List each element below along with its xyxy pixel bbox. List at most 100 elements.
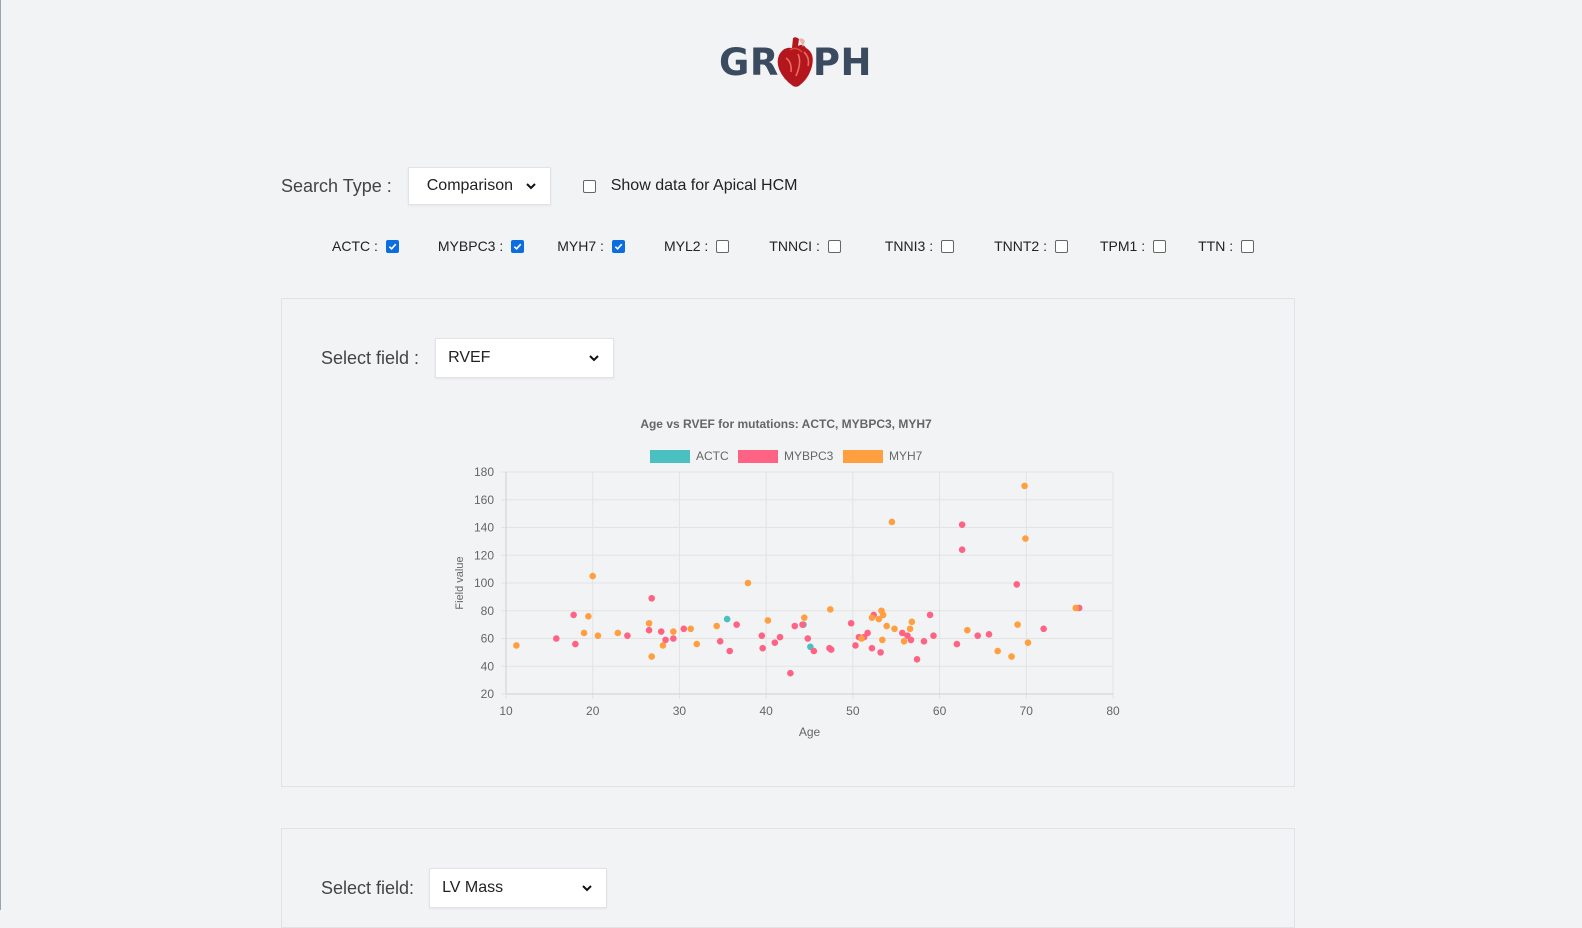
data-point-mybpc3 xyxy=(758,632,766,640)
data-point-mybpc3 xyxy=(680,625,688,633)
select-field-label: Select field : xyxy=(321,347,420,368)
gene-label: TNNI3 : xyxy=(884,238,934,254)
search-type-label: Search Type : xyxy=(281,175,392,196)
gene-option[interactable]: TNNT2 : xyxy=(994,238,1068,254)
data-point-mybpc3 xyxy=(920,637,928,645)
data-point-actc xyxy=(723,615,731,623)
gene-option[interactable]: TPM1 : xyxy=(1100,238,1167,254)
gene-checkbox[interactable] xyxy=(611,239,625,253)
field-select-value: RVEF xyxy=(448,349,491,366)
x-tick-label: 60 xyxy=(933,704,947,718)
data-point-myh7 xyxy=(744,579,752,587)
data-point-mybpc3 xyxy=(926,611,934,619)
field-select[interactable]: RVEF xyxy=(435,338,615,378)
data-point-mybpc3 xyxy=(759,644,766,652)
heart-logo-icon xyxy=(777,37,813,87)
legend-label: MYBPC3 xyxy=(784,449,834,463)
data-point-mybpc3 xyxy=(1013,581,1021,588)
data-point-mybpc3 xyxy=(1040,625,1047,633)
x-tick-label: 50 xyxy=(846,704,860,718)
logo-text-left: GR xyxy=(719,40,779,84)
gene-label: TTN : xyxy=(1198,238,1234,254)
gene-checkbox[interactable] xyxy=(941,239,955,253)
data-point-myh7 xyxy=(827,606,834,613)
data-point-myh7 xyxy=(883,622,890,630)
data-point-myh7 xyxy=(648,653,655,660)
data-point-myh7 xyxy=(1021,482,1028,490)
logo-text-right: PH xyxy=(812,40,872,84)
search-type-row: Search Type : Comparison Show data for A… xyxy=(281,167,797,205)
gene-option[interactable]: TNNI3 : xyxy=(884,238,955,254)
gene-checkbox-row: ACTC : MYBPC3 : MYH7 : MYL2 : TNNCI : TNNI3 :… xyxy=(332,236,1255,256)
gene-option[interactable]: ACTC : xyxy=(332,238,399,254)
apical-hcm-label: Show data for Apical HCM xyxy=(610,177,798,194)
gene-option[interactable]: MYL2 : xyxy=(664,238,730,254)
gene-checkbox[interactable] xyxy=(385,239,399,253)
data-point-myh7 xyxy=(994,647,1001,655)
y-tick-label: 20 xyxy=(481,687,495,701)
data-point-mybpc3 xyxy=(804,635,812,642)
gene-checkbox[interactable] xyxy=(827,239,841,253)
data-point-mybpc3 xyxy=(974,632,982,640)
gene-label: TNNT2 : xyxy=(994,238,1047,254)
field-select-row: Select field: LV Mass xyxy=(321,868,608,908)
gene-checkbox[interactable] xyxy=(1241,239,1255,253)
data-point-mybpc3 xyxy=(953,640,961,648)
data-point-mybpc3 xyxy=(958,546,966,553)
data-point-mybpc3 xyxy=(657,628,665,635)
y-tick-label: 140 xyxy=(474,521,494,535)
search-type-select[interactable]: Comparison xyxy=(407,167,551,205)
chevron-down-icon xyxy=(589,355,599,362)
x-tick-label: 40 xyxy=(759,704,773,718)
data-point-myh7 xyxy=(645,619,653,627)
data-point-mybpc3 xyxy=(847,619,855,627)
apical-hcm-checkbox[interactable] xyxy=(582,179,596,193)
gene-checkbox[interactable] xyxy=(511,239,525,253)
data-point-myh7 xyxy=(589,572,597,580)
y-tick-label: 80 xyxy=(481,604,495,618)
data-point-mybpc3 xyxy=(791,622,799,630)
gene-option[interactable]: MYBPC3 : xyxy=(438,238,525,254)
data-point-myh7 xyxy=(964,626,971,634)
gene-checkbox[interactable] xyxy=(716,239,730,253)
data-point-mybpc3 xyxy=(648,594,655,602)
data-point-mybpc3 xyxy=(985,631,993,638)
gene-option[interactable]: TNNCI : xyxy=(769,238,841,254)
data-point-myh7 xyxy=(868,614,876,621)
legend-swatch xyxy=(738,450,778,463)
data-point-mybpc3 xyxy=(787,669,794,677)
gene-label: ACTC : xyxy=(332,238,378,254)
y-tick-label: 120 xyxy=(474,548,494,562)
gene-option[interactable]: TTN : xyxy=(1198,238,1255,254)
data-point-myh7 xyxy=(900,637,908,645)
data-point-myh7 xyxy=(891,625,898,633)
data-point-mybpc3 xyxy=(877,649,884,656)
x-tick-label: 80 xyxy=(1106,704,1120,718)
apical-hcm-option[interactable]: Show data for Apical HCM xyxy=(582,177,798,195)
x-tick-label: 70 xyxy=(1020,704,1034,718)
gene-checkbox[interactable] xyxy=(1054,239,1068,253)
gene-checkbox[interactable] xyxy=(1153,239,1167,253)
data-point-myh7 xyxy=(670,628,677,635)
legend-label: MYH7 xyxy=(889,449,923,463)
data-point-myh7 xyxy=(693,640,701,648)
data-point-mybpc3 xyxy=(570,611,577,619)
data-point-myh7 xyxy=(513,642,520,649)
data-point-myh7 xyxy=(1014,621,1021,628)
search-type-value: Comparison xyxy=(426,177,513,194)
y-axis-title: Field value xyxy=(454,556,466,609)
data-point-myh7 xyxy=(879,611,887,619)
data-point-myh7 xyxy=(687,625,695,633)
field-select[interactable]: LV Mass xyxy=(429,868,608,908)
data-point-mybpc3 xyxy=(907,636,915,644)
data-point-myh7 xyxy=(659,642,667,649)
y-tick-label: 180 xyxy=(474,465,494,479)
chevron-down-icon xyxy=(582,885,592,892)
data-point-mybpc3 xyxy=(771,639,779,646)
data-point-mybpc3 xyxy=(799,621,806,628)
data-point-mybpc3 xyxy=(913,656,921,663)
legend-label: ACTC xyxy=(696,449,729,463)
field-select-value: LV Mass xyxy=(442,879,504,896)
gene-option[interactable]: MYH7 : xyxy=(557,238,625,254)
data-point-myh7 xyxy=(800,614,808,621)
